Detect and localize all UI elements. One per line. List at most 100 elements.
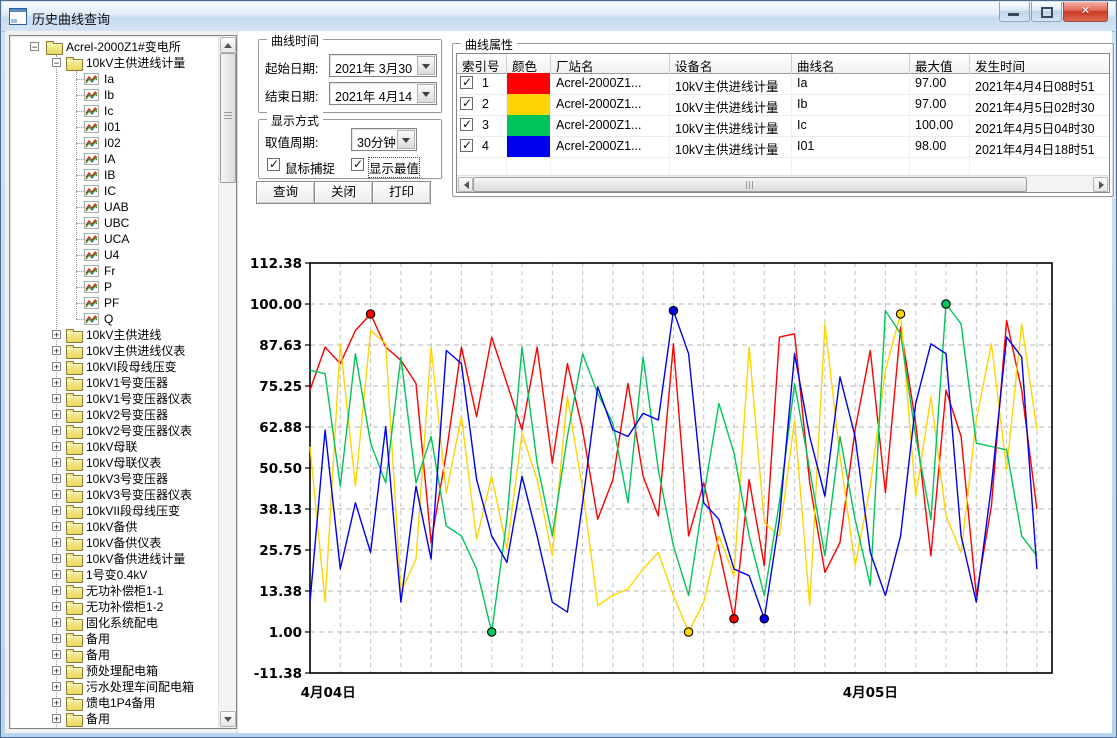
scroll-right-button[interactable] — [1093, 177, 1108, 192]
tree-item-curve[interactable]: I02 — [10, 135, 219, 151]
tree-item-label[interactable]: 无功补偿柜1-1 — [86, 583, 163, 599]
tree-item-label[interactable]: 10kV主供进线仪表 — [86, 343, 185, 359]
tree-item-label[interactable]: Ia — [104, 71, 114, 87]
table-row[interactable]: 4Acrel-2000Z1...10kV主供进线计量I0198.002021年4… — [457, 136, 1109, 158]
col-color[interactable]: 颜色 — [507, 54, 551, 73]
tree-item-label[interactable]: Q — [104, 311, 113, 327]
tree-item-curve[interactable]: Ib — [10, 87, 219, 103]
expand-plus-icon[interactable]: + — [52, 490, 61, 499]
tree-item-curve[interactable]: Ic — [10, 103, 219, 119]
tree-item-label[interactable]: 10kV备供 — [86, 519, 137, 535]
expand-plus-icon[interactable]: + — [52, 426, 61, 435]
tree-item-node[interactable]: +无功补偿柜1-1 — [10, 583, 219, 599]
show-extremes-checkbox[interactable] — [351, 158, 364, 171]
tree-item-label[interactable]: 10kV3号变压器仪表 — [86, 487, 192, 503]
tree-item-node[interactable]: +无功补偿柜1-2 — [10, 599, 219, 615]
expand-plus-icon[interactable]: + — [52, 410, 61, 419]
tree-item-curve[interactable]: UBC — [10, 215, 219, 231]
tree-item-node[interactable]: + 馈电1P4备用 — [10, 695, 219, 711]
scroll-down-button[interactable] — [220, 711, 236, 727]
collapse-minus-icon[interactable]: − — [52, 58, 61, 67]
expand-plus-icon[interactable]: + — [52, 714, 61, 723]
maximize-button[interactable] — [1031, 2, 1062, 22]
tree-item-curve[interactable]: IB — [10, 167, 219, 183]
tree-item-curve[interactable]: PF — [10, 295, 219, 311]
query-button[interactable]: 查询 — [256, 181, 315, 204]
dropdown-arrow-icon[interactable] — [397, 130, 415, 149]
table-hscrollbar[interactable] — [457, 175, 1109, 192]
tree-item-label[interactable]: 固化系统配电 — [86, 615, 158, 631]
expand-plus-icon[interactable]: + — [52, 634, 61, 643]
expand-plus-icon[interactable]: + — [52, 474, 61, 483]
dropdown-arrow-icon[interactable] — [417, 56, 435, 75]
expand-plus-icon[interactable]: + — [52, 570, 61, 579]
tree-item-label[interactable]: 备用 — [86, 631, 110, 647]
tree-item-label[interactable]: I02 — [104, 135, 121, 151]
start-date-combobox[interactable]: 2021年 3月30 — [329, 54, 437, 77]
tree-item-node[interactable]: +10kV主供进线仪表 — [10, 343, 219, 359]
col-station[interactable]: 厂站名 — [551, 54, 670, 73]
tree-item-label[interactable]: 三效蒸发系统配电箱 — [86, 727, 194, 729]
tree-item-node[interactable]: +10kV1号变压器仪表 — [10, 391, 219, 407]
tree-item-curve[interactable]: UAB — [10, 199, 219, 215]
tree-item-label[interactable]: 10kV主供进线计量 — [86, 55, 185, 71]
tree-item-curve[interactable]: I01 — [10, 119, 219, 135]
tree-item-label[interactable]: 无功补偿柜1-2 — [86, 599, 163, 615]
tree-item-curve[interactable]: P — [10, 279, 219, 295]
expand-plus-icon[interactable]: + — [52, 346, 61, 355]
tree-item-label[interactable]: 10kV2号变压器仪表 — [86, 423, 192, 439]
tree-item-curve[interactable]: Ia — [10, 71, 219, 87]
tree-item-label[interactable]: 10kV备供进线计量 — [86, 551, 185, 567]
expand-plus-icon[interactable]: + — [52, 666, 61, 675]
tree-item-label[interactable]: 馈电1P4备用 — [86, 695, 155, 711]
close-button[interactable]: ✕ — [1063, 2, 1108, 22]
tree-item-label[interactable]: 10kV1号变压器 — [86, 375, 168, 391]
tree-item-label[interactable]: 预处理配电箱 — [86, 663, 158, 679]
expand-plus-icon[interactable]: + — [52, 538, 61, 547]
tree-item-label[interactable]: 10kV母联仪表 — [86, 455, 161, 471]
col-max[interactable]: 最大值 — [910, 54, 970, 73]
table-header[interactable]: 索引号 颜色 厂站名 设备名 曲线名 最大值 发生时间 — [457, 54, 1109, 74]
collapse-minus-icon[interactable]: − — [30, 42, 39, 51]
tree-item-label[interactable]: Ib — [104, 87, 114, 103]
tree-item-label[interactable]: 10kV3号变压器 — [86, 471, 168, 487]
tree-item-label[interactable]: UAB — [104, 199, 129, 215]
tree-item-node[interactable]: +10kV母联仪表 — [10, 455, 219, 471]
tree-item-node[interactable]: +三效蒸发系统配电箱 — [10, 727, 219, 729]
tree-item-node[interactable]: +10kV备供仪表 — [10, 535, 219, 551]
expand-plus-icon[interactable]: + — [52, 698, 61, 707]
tree-item-label[interactable]: 备用 — [86, 711, 110, 727]
tree-item-curve[interactable]: IA — [10, 151, 219, 167]
tree-item-label[interactable]: Fr — [104, 263, 115, 279]
tree-item-node[interactable]: +10kV主供进线 — [10, 327, 219, 343]
tree-item-node[interactable]: +10kVII段母线压变 — [10, 503, 219, 519]
tree-item-label[interactable]: IC — [104, 183, 116, 199]
tree-item-node[interactable]: +10kV2号变压器仪表 — [10, 423, 219, 439]
col-time[interactable]: 发生时间 — [970, 54, 1107, 73]
tree-item-node[interactable]: +10kV备供 — [10, 519, 219, 535]
tree-item-label[interactable]: I01 — [104, 119, 121, 135]
expand-plus-icon[interactable]: + — [52, 682, 61, 691]
dropdown-arrow-icon[interactable] — [417, 84, 435, 103]
expand-plus-icon[interactable]: + — [52, 362, 61, 371]
tree-item-label[interactable]: IA — [104, 151, 115, 167]
tree-item-label[interactable]: PF — [104, 295, 119, 311]
col-device[interactable]: 设备名 — [670, 54, 792, 73]
scroll-up-button[interactable] — [220, 37, 236, 53]
tree-item-curve[interactable]: Fr — [10, 263, 219, 279]
tree-item-label[interactable]: 10kV1号变压器仪表 — [86, 391, 192, 407]
tree-item-label[interactable]: 10kVII段母线压变 — [86, 503, 180, 519]
tree-item-node[interactable]: + 备用 — [10, 631, 219, 647]
table-row[interactable]: 1Acrel-2000Z1...10kV主供进线计量Ia97.002021年4月… — [457, 73, 1109, 95]
col-index[interactable]: 索引号 — [457, 54, 507, 73]
tree-item-node[interactable]: +1号变0.4kV — [10, 567, 219, 583]
tree-item-label[interactable]: Ic — [104, 103, 113, 119]
expand-plus-icon[interactable]: + — [52, 554, 61, 563]
tree-item-label[interactable]: IB — [104, 167, 115, 183]
expand-plus-icon[interactable]: + — [52, 378, 61, 387]
tree-item-node[interactable]: +10kV3号变压器 — [10, 471, 219, 487]
tree-item-label[interactable]: 污水处理车间配电箱 — [86, 679, 194, 695]
tree-item-label[interactable]: P — [104, 279, 112, 295]
row-checkbox[interactable] — [460, 97, 473, 110]
table-row[interactable]: 3Acrel-2000Z1...10kV主供进线计量Ic100.002021年4… — [457, 115, 1109, 137]
